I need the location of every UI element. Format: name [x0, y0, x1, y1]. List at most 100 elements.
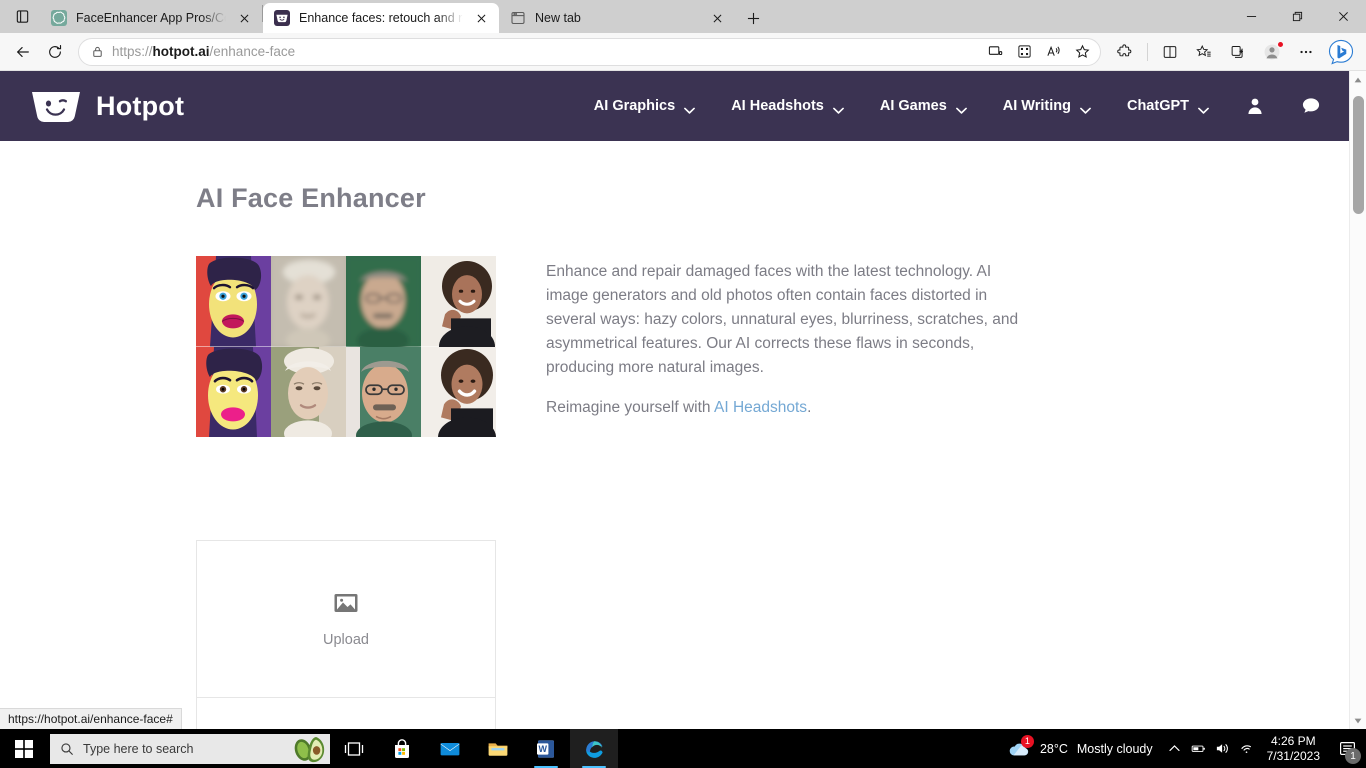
lock-icon — [91, 45, 104, 58]
address-bar[interactable]: https://hotpot.ai/enhance-face — [78, 37, 1101, 66]
hotpot-page: Hotpot AI Graphics AI Headshots AI Games… — [0, 71, 1349, 729]
omnibox-actions — [981, 40, 1096, 64]
svg-text:W: W — [538, 744, 547, 754]
collage-cell — [271, 346, 346, 437]
file-explorer-icon[interactable] — [474, 729, 522, 768]
search-input[interactable]: Type here to search — [50, 733, 330, 764]
minimize-icon[interactable] — [1228, 0, 1274, 33]
new-tab-button[interactable] — [738, 3, 768, 33]
settings-more-icon[interactable] — [1290, 37, 1322, 67]
scrollbar-track[interactable] — [1350, 88, 1366, 712]
scroll-down-arrow-icon[interactable] — [1350, 712, 1366, 729]
nav-label: AI Headshots — [731, 98, 824, 114]
profile-avatar-icon[interactable] — [1256, 37, 1288, 67]
close-icon[interactable] — [1320, 0, 1366, 33]
site-navigation: AI Graphics AI Headshots AI Games AI Wri… — [594, 96, 1349, 116]
nav-item-chatgpt[interactable]: ChatGPT — [1127, 98, 1209, 114]
nav-item-ai-writing[interactable]: AI Writing — [1003, 98, 1091, 114]
close-icon[interactable] — [235, 9, 254, 28]
newtab-icon — [510, 10, 526, 26]
site-header: Hotpot AI Graphics AI Headshots AI Games… — [0, 71, 1349, 141]
notification-icon[interactable]: 1 — [1330, 729, 1364, 768]
tab-new-tab[interactable]: New tab — [499, 3, 735, 33]
reload-icon[interactable] — [40, 37, 70, 67]
weather-condition: Mostly cloudy — [1076, 741, 1153, 756]
cloud-icon: 1 — [1007, 734, 1034, 761]
word-icon[interactable]: W — [522, 729, 570, 768]
restore-icon[interactable] — [1274, 0, 1320, 33]
close-icon[interactable] — [708, 9, 727, 28]
bing-chat-icon[interactable] — [1324, 35, 1358, 69]
ai-headshots-link[interactable]: AI Headshots — [714, 399, 807, 416]
qr-code-icon[interactable] — [1010, 40, 1038, 64]
chatgpt-icon — [51, 10, 67, 26]
windows-taskbar: Type here to search W 1 28°C Mostly clou… — [0, 729, 1366, 768]
battery-icon[interactable] — [1187, 729, 1211, 768]
close-icon[interactable] — [472, 9, 491, 28]
chat-bubble-icon[interactable] — [1301, 96, 1321, 116]
toolbar-divider — [1147, 42, 1148, 61]
tab-title: Enhance faces: retouch and repai — [299, 11, 463, 25]
chevron-up-icon[interactable] — [1163, 729, 1187, 768]
description-paragraph-2: Reimagine yourself with AI Headshots. — [546, 396, 1028, 420]
windows-start-icon[interactable] — [0, 729, 48, 768]
read-aloud-icon[interactable] — [1039, 40, 1067, 64]
chevron-down-icon — [1198, 103, 1209, 114]
description-paragraph-1: Enhance and repair damaged faces with th… — [546, 263, 1019, 376]
chevron-down-icon — [1080, 103, 1091, 114]
scrollbar-thumb[interactable] — [1353, 96, 1364, 214]
edge-icon[interactable] — [570, 729, 618, 768]
collage-cell — [196, 256, 271, 347]
system-tray: 1 28°C Mostly cloudy 4:26 PM 7/31/2023 1 — [995, 729, 1366, 768]
nav-item-ai-graphics[interactable]: AI Graphics — [593, 98, 696, 114]
collections-icon[interactable] — [1222, 37, 1254, 67]
paragraph-prefix: Reimagine yourself with — [546, 399, 714, 416]
task-view-icon[interactable] — [330, 729, 378, 768]
weather-temperature: 28°C — [1039, 741, 1068, 756]
collage-cell — [346, 346, 421, 437]
tab-title: New tab — [535, 11, 581, 25]
volume-icon[interactable] — [1211, 729, 1235, 768]
upload-dropzone[interactable]: Upload — [196, 540, 496, 698]
tab-hotpot-enhance-faces[interactable]: Enhance faces: retouch and repai — [263, 3, 499, 33]
upload-label: Upload — [323, 632, 369, 648]
chevron-down-icon — [832, 103, 844, 114]
status-bar: https://hotpot.ai/enhance-face# — [0, 708, 182, 729]
chevron-down-icon — [955, 103, 967, 114]
favorite-star-icon[interactable] — [1068, 40, 1096, 64]
nav-label: AI Graphics — [593, 98, 676, 114]
before-after-collage — [196, 256, 496, 437]
clock-date: 7/31/2023 — [1266, 748, 1320, 763]
page-content: AI Face Enhancer Enhance and repair dama… — [0, 141, 1349, 729]
collage-cell — [271, 256, 346, 347]
extensions-icon[interactable] — [1109, 37, 1141, 67]
collage-cell — [346, 256, 421, 347]
split-screen-icon[interactable] — [1154, 37, 1186, 67]
cast-icon[interactable] — [981, 40, 1009, 64]
page-scrollbar[interactable] — [1349, 71, 1366, 729]
microsoft-store-icon[interactable] — [378, 729, 426, 768]
taskbar-clock[interactable]: 4:26 PM 7/31/2023 — [1259, 734, 1330, 764]
tab-title: FaceEnhancer App Pros/Cons, No — [76, 11, 226, 25]
search-placeholder: Type here to search — [83, 741, 194, 756]
tab-faceenhancer[interactable]: FaceEnhancer App Pros/Cons, No — [40, 3, 262, 33]
tab-search-button[interactable] — [4, 0, 40, 33]
back-arrow-icon[interactable] — [8, 37, 38, 67]
mail-icon[interactable] — [426, 729, 474, 768]
chevron-down-icon — [684, 103, 696, 114]
image-placeholder-icon — [333, 590, 359, 616]
hero-section: Enhance and repair damaged faces with th… — [196, 256, 1349, 437]
user-account-icon[interactable] — [1245, 96, 1265, 116]
hotpot-pot-logo-icon — [30, 86, 82, 126]
nav-label: AI Games — [879, 98, 947, 114]
weather-widget[interactable]: 1 28°C Mostly cloudy — [995, 729, 1163, 768]
nav-item-ai-headshots[interactable]: AI Headshots — [731, 98, 844, 114]
nav-item-ai-games[interactable]: AI Games — [880, 98, 967, 114]
scroll-up-arrow-icon[interactable] — [1350, 71, 1366, 88]
brand-logo-link[interactable]: Hotpot — [30, 86, 184, 126]
favorites-list-icon[interactable] — [1188, 37, 1220, 67]
wifi-icon[interactable] — [1235, 729, 1259, 768]
url-text: https://hotpot.ai/enhance-face — [112, 44, 296, 59]
nav-label: ChatGPT — [1126, 98, 1189, 114]
collage-cell — [421, 256, 496, 347]
